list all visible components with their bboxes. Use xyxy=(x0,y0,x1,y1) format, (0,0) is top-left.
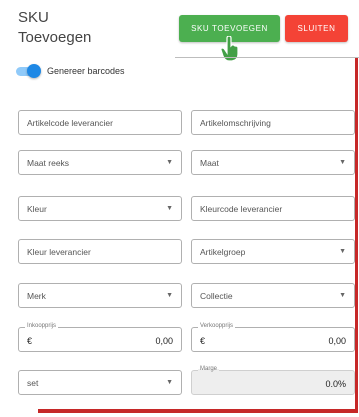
title-line-2: Toevoegen xyxy=(18,29,92,46)
field-placeholder: Merk xyxy=(27,290,46,301)
field-placeholder: Artikelomschrijving xyxy=(200,117,271,128)
field-placeholder: Kleur xyxy=(27,203,47,214)
artikelcode-leverancier-field[interactable]: Artikelcode leverancier xyxy=(18,110,182,135)
caret-down-icon: ▼ xyxy=(166,159,173,166)
caret-down-icon: ▼ xyxy=(166,205,173,212)
inkoopprijs-field[interactable]: Inkoopprijs € 0,00 xyxy=(18,323,182,352)
caret-down-icon: ▼ xyxy=(166,379,173,386)
artikelomschrijving-field[interactable]: Artikelomschrijving xyxy=(191,110,355,135)
field-placeholder: Kleurcode leverancier xyxy=(200,203,283,214)
pointer-hand-icon xyxy=(220,36,239,62)
merk-select[interactable]: Merk ▼ xyxy=(18,283,182,308)
highlight-border-right xyxy=(355,58,358,412)
title-line-1: SKU xyxy=(18,9,49,26)
field-placeholder: Maat reeks xyxy=(27,157,70,168)
field-value: 0.0% xyxy=(325,379,346,389)
header-divider xyxy=(175,57,359,58)
field-placeholder: Artikelcode leverancier xyxy=(27,117,113,128)
caret-down-icon: ▼ xyxy=(166,292,173,299)
field-placeholder: Kleur leverancier xyxy=(27,246,91,257)
verkoopprijs-field[interactable]: Verkoopprijs € 0,00 xyxy=(191,323,355,352)
maat-reeks-select[interactable]: Maat reeks ▼ xyxy=(18,150,182,175)
marge-field: Marge 0.0% xyxy=(191,366,355,395)
maat-select[interactable]: Maat ▼ xyxy=(191,150,355,175)
toggle-knob[interactable] xyxy=(27,63,41,78)
kleur-select[interactable]: Kleur ▼ xyxy=(18,196,182,221)
caret-down-icon: ▼ xyxy=(339,159,346,166)
field-label: Inkoopprijs xyxy=(25,323,59,329)
collectie-select[interactable]: Collectie ▼ xyxy=(191,283,355,308)
kleur-leverancier-field[interactable]: Kleur leverancier xyxy=(18,239,182,264)
field-label: Marge xyxy=(198,366,220,372)
toggle-track[interactable] xyxy=(16,63,41,78)
field-value: 0,00 xyxy=(155,336,173,346)
field-value: 0,00 xyxy=(328,336,346,346)
field-label: Verkoopprijs xyxy=(198,323,236,329)
generate-barcodes-toggle[interactable]: Genereer barcodes xyxy=(16,63,125,78)
field-value: set xyxy=(27,377,39,388)
field-placeholder: Maat xyxy=(200,157,219,168)
close-button[interactable]: SLUITEN xyxy=(285,15,348,42)
highlight-border-bottom xyxy=(38,409,358,413)
currency-prefix: € xyxy=(200,336,206,346)
caret-down-icon: ▼ xyxy=(339,292,346,299)
kleurcode-leverancier-field[interactable]: Kleurcode leverancier xyxy=(191,196,355,221)
artikelgroep-select[interactable]: Artikelgroep ▼ xyxy=(191,239,355,264)
currency-prefix: € xyxy=(27,336,33,346)
toggle-label: Genereer barcodes xyxy=(47,66,125,76)
field-placeholder: Collectie xyxy=(200,290,233,301)
field-placeholder: Artikelgroep xyxy=(200,246,246,257)
caret-down-icon: ▼ xyxy=(339,248,346,255)
dialog-title: SKU Toevoegen xyxy=(18,8,91,48)
set-select[interactable]: set ▼ xyxy=(18,370,182,395)
